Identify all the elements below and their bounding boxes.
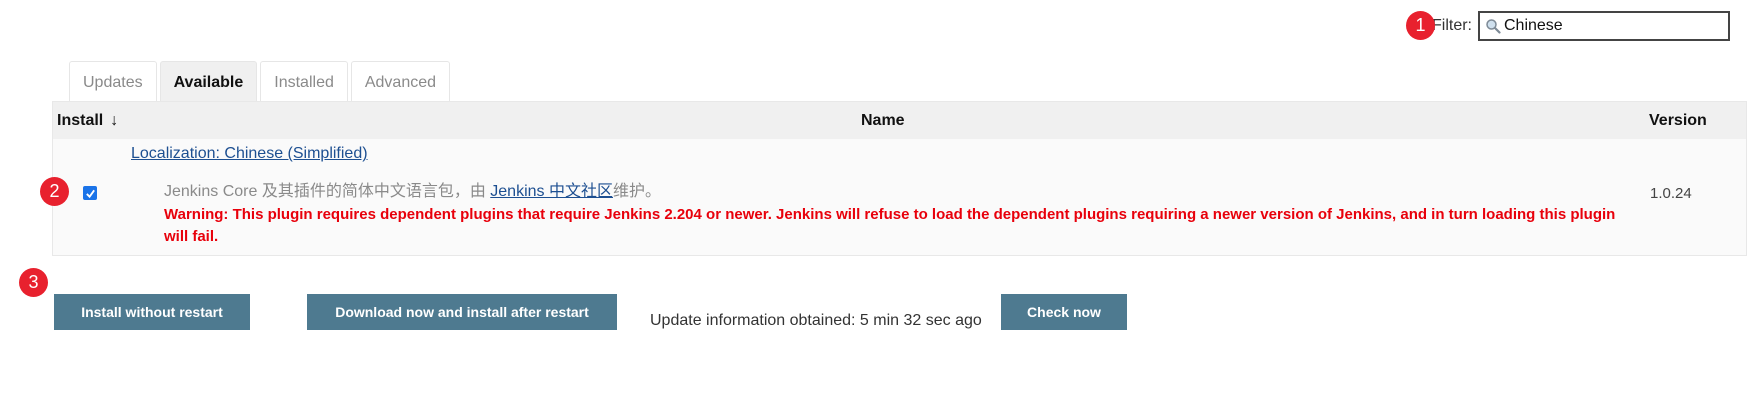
table-header: Install ↓ Name Version bbox=[53, 102, 1746, 139]
column-header-install-label: Install bbox=[57, 112, 104, 129]
update-info-text: Update information obtained: 5 min 32 se… bbox=[650, 312, 982, 329]
plugin-description-prefix: Jenkins Core 及其插件的简体中文语言包，由 bbox=[164, 183, 491, 200]
checkmark-icon bbox=[85, 189, 95, 198]
check-now-button[interactable]: Check now bbox=[1001, 294, 1127, 330]
column-header-version[interactable]: Version bbox=[1649, 112, 1707, 130]
annotation-badge-3: 3 bbox=[19, 268, 48, 297]
tab-available[interactable]: Available bbox=[159, 61, 258, 103]
community-link[interactable]: Jenkins 中文社区 bbox=[490, 183, 613, 200]
search-icon bbox=[1484, 17, 1502, 35]
filter-bar: Filter: bbox=[1432, 11, 1730, 41]
tab-installed[interactable]: Installed bbox=[260, 61, 348, 103]
plugin-table: Install ↓ Name Version Localization: Chin… bbox=[52, 101, 1747, 256]
filter-input[interactable] bbox=[1504, 17, 1704, 35]
filter-field[interactable] bbox=[1478, 11, 1730, 41]
sort-arrow-icon: ↓ bbox=[110, 112, 119, 129]
tab-updates[interactable]: Updates bbox=[69, 61, 157, 103]
download-install-after-restart-button[interactable]: Download now and install after restart bbox=[307, 294, 617, 330]
tab-bar: Updates Available Installed Advanced bbox=[69, 61, 453, 103]
annotation-badge-2: 2 bbox=[40, 177, 69, 206]
plugin-warning: Warning: This plugin requires dependent … bbox=[164, 206, 1616, 245]
table-row: Localization: Chinese (Simplified) Jenki… bbox=[53, 139, 1746, 255]
plugin-name-link[interactable]: Localization: Chinese (Simplified) bbox=[131, 145, 368, 163]
install-checkbox[interactable] bbox=[83, 186, 97, 200]
annotation-badge-1: 1 bbox=[1406, 11, 1435, 40]
column-header-name[interactable]: Name bbox=[861, 112, 905, 130]
column-header-install[interactable]: Install ↓ bbox=[57, 112, 118, 130]
plugin-description: Jenkins Core 及其插件的简体中文语言包，由 Jenkins 中文社区… bbox=[164, 177, 661, 201]
install-without-restart-button[interactable]: Install without restart bbox=[54, 294, 250, 330]
tab-advanced[interactable]: Advanced bbox=[350, 61, 451, 103]
plugin-description-suffix: 维护。 bbox=[612, 183, 661, 200]
filter-label: Filter: bbox=[1432, 17, 1472, 34]
plugin-version: 1.0.24 bbox=[1650, 185, 1692, 202]
